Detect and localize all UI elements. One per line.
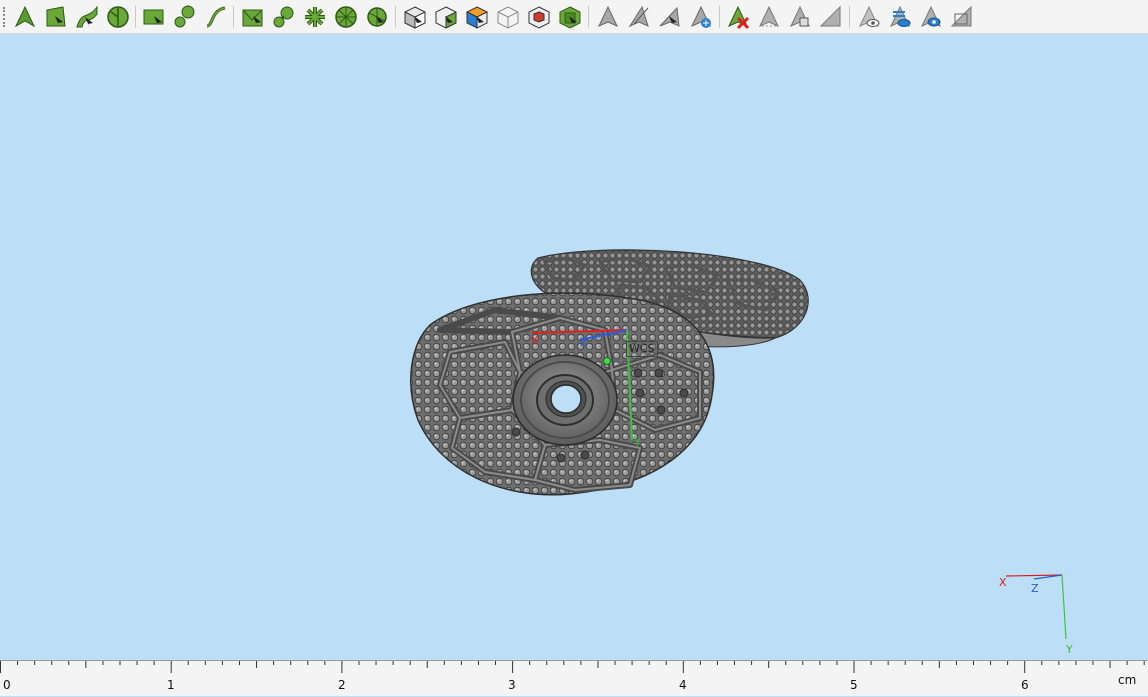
circle-icon[interactable] xyxy=(105,4,131,30)
cone-mirror-icon[interactable] xyxy=(818,4,844,30)
toolbar-separator xyxy=(849,6,850,28)
toolbar-grip[interactable] xyxy=(3,7,7,27)
toolbar-separator xyxy=(719,6,720,28)
ruler-label-5: 5 xyxy=(850,678,858,692)
wcs-x-label: X xyxy=(531,334,539,347)
cone-gray-icon[interactable] xyxy=(595,4,621,30)
box-front-icon[interactable] xyxy=(433,4,459,30)
bottom-ruler: 0 1 2 3 4 5 6 cm xyxy=(0,660,1148,696)
wcs-label: WCS xyxy=(626,341,658,357)
cone-outline-icon[interactable] xyxy=(949,4,975,30)
ruler-label-1: 1 xyxy=(167,678,175,692)
ruler-label-2: 2 xyxy=(338,678,346,692)
toolbar-separator xyxy=(588,6,589,28)
cone-edit-icon[interactable] xyxy=(626,4,652,30)
loft-icon[interactable] xyxy=(172,4,198,30)
ruler-label-6: 6 xyxy=(1021,678,1029,692)
toolbar-separator xyxy=(395,6,396,28)
revolve-icon[interactable] xyxy=(271,4,297,30)
point-icon[interactable] xyxy=(12,4,38,30)
box-red-icon[interactable] xyxy=(526,4,552,30)
corner-y-label: Y xyxy=(1066,643,1073,656)
ruler-unit: cm xyxy=(1118,673,1137,687)
toolbar-separator xyxy=(135,6,136,28)
wcs-y-label: Y xyxy=(634,436,641,449)
box-color-icon[interactable] xyxy=(464,4,490,30)
cone-copy-icon[interactable] xyxy=(787,4,813,30)
main-toolbar xyxy=(0,0,1148,34)
extrude-icon[interactable] xyxy=(240,4,266,30)
eye-cone-icon[interactable] xyxy=(918,4,944,30)
eye-gray-icon[interactable] xyxy=(856,4,882,30)
cone-hide-icon[interactable] xyxy=(756,4,782,30)
box-shaded-icon[interactable] xyxy=(402,4,428,30)
corner-z-label: Z xyxy=(1031,582,1039,595)
rotation-icon[interactable] xyxy=(333,4,359,30)
ruler-label-3: 3 xyxy=(508,678,516,692)
cone-blue-icon[interactable] xyxy=(688,4,714,30)
cone-move-icon[interactable] xyxy=(657,4,683,30)
cone-delete-icon[interactable] xyxy=(725,4,751,30)
ruler-label-4: 4 xyxy=(679,678,687,692)
curve-icon[interactable] xyxy=(74,4,100,30)
3d-viewport[interactable]: X Y Z WCS X Z Y xyxy=(0,34,1148,660)
ruler-label-0: 0 xyxy=(3,678,11,692)
eye-blue-icon[interactable] xyxy=(887,4,913,30)
ring-model[interactable] xyxy=(0,34,1148,660)
box-wire-icon[interactable] xyxy=(495,4,521,30)
wcs-z-label: Z xyxy=(580,336,588,349)
toolbar-separator xyxy=(233,6,234,28)
box-green-icon[interactable] xyxy=(557,4,583,30)
corner-x-label: X xyxy=(999,576,1007,589)
rectangle-icon[interactable] xyxy=(141,4,167,30)
sweep-icon[interactable] xyxy=(203,4,229,30)
pipe-icon[interactable] xyxy=(364,4,390,30)
polyline-icon[interactable] xyxy=(43,4,69,30)
rail-icon[interactable] xyxy=(302,4,328,30)
